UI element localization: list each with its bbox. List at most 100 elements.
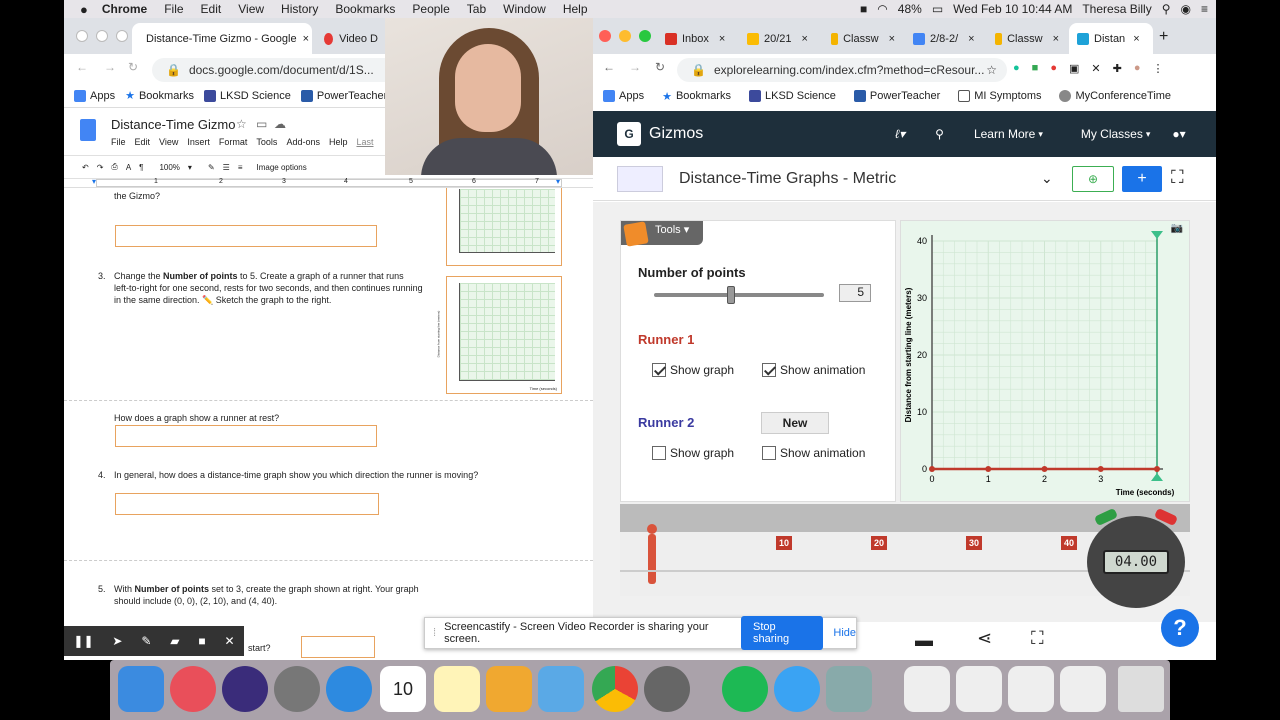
close-icon[interactable]: × (719, 33, 725, 45)
chevron-down-icon[interactable]: ⌄ (1041, 170, 1053, 187)
r2-show-animation[interactable]: Show animation (762, 446, 865, 460)
data-point[interactable] (1154, 466, 1160, 472)
num-points-input[interactable]: 5 (839, 284, 871, 302)
menu-file[interactable]: File (164, 2, 183, 16)
extension-icon[interactable]: ■ (1032, 62, 1039, 75)
keynote-icon[interactable] (538, 666, 584, 712)
data-point[interactable] (1041, 466, 1048, 472)
bookmark-apps[interactable]: Apps (74, 89, 115, 102)
new-tab-icon[interactable]: + (1159, 28, 1168, 46)
help-icon[interactable]: ? (1161, 609, 1199, 647)
bookmark-bookmarks[interactable]: ★ Bookmarks (125, 89, 194, 103)
brand-name[interactable]: Gizmos (649, 125, 703, 143)
move-folder-icon[interactable]: ▭ (256, 117, 267, 131)
nav-my-classes[interactable]: My Classes (1081, 127, 1143, 141)
doc-menu-tools[interactable]: Tools (256, 137, 277, 147)
clock[interactable]: Wed Feb 10 10:44 AM (953, 2, 1072, 16)
menu-view[interactable]: View (238, 2, 264, 16)
messages-icon[interactable] (774, 666, 820, 712)
chrome-icon[interactable] (592, 666, 638, 712)
star-icon[interactable]: ☆ (236, 117, 247, 131)
mini-graph-1[interactable] (446, 188, 562, 266)
more-icon[interactable]: ⋮ (1152, 62, 1163, 75)
close-icon[interactable]: × (1133, 33, 1139, 45)
close-icon[interactable]: × (889, 33, 895, 45)
ruler-right-marker-icon[interactable]: ▾ (556, 177, 560, 186)
line-dash-icon[interactable]: ≡ (238, 163, 243, 172)
tab-gizmo[interactable]: Distan × (1069, 23, 1153, 54)
nav-learn-more[interactable]: Learn More (974, 127, 1035, 141)
trash-icon[interactable] (1118, 666, 1164, 712)
avatar[interactable]: ● (1134, 62, 1141, 75)
undo-icon[interactable]: ↶ (82, 163, 89, 172)
window-thumbnail[interactable] (1008, 666, 1054, 712)
ruler[interactable]: ▾ 1 2 3 4 5 6 7 ▾ (64, 177, 593, 188)
line-weight-icon[interactable]: ☰ (223, 163, 230, 172)
r2-show-graph-checkbox[interactable] (652, 446, 666, 460)
doc-menu-addons[interactable]: Add-ons (286, 137, 320, 147)
bookmark-lksd-science[interactable]: LKSD Science (203, 89, 291, 102)
drag-handle-icon[interactable]: ⁞ (433, 627, 436, 639)
search-icon[interactable]: ⚲ (1162, 2, 1171, 16)
siri-icon[interactable] (222, 666, 268, 712)
reload-icon[interactable]: ↻ (128, 60, 138, 74)
answer-field-rest[interactable] (115, 425, 377, 447)
r2-show-animation-checkbox[interactable] (762, 446, 776, 460)
control-center-icon[interactable]: ≡ (1201, 2, 1208, 16)
ruler-indent-marker-icon[interactable]: ▾ (92, 177, 96, 186)
new-runner-button[interactable]: New (761, 412, 829, 434)
spotify-icon[interactable] (722, 666, 768, 712)
pointer-icon[interactable]: ➤ (112, 634, 122, 648)
record-icon[interactable]: ● (1050, 62, 1057, 75)
news-icon[interactable] (170, 666, 216, 712)
pen-icon[interactable]: ✎ (208, 163, 215, 172)
system-preferences-icon[interactable] (644, 666, 690, 712)
window-thumbnail[interactable] (956, 666, 1002, 712)
mute-icon[interactable]: ✕ (1091, 62, 1100, 75)
menu-history[interactable]: History (281, 2, 318, 16)
launchpad-icon[interactable] (274, 666, 320, 712)
answer-field[interactable] (115, 225, 377, 247)
bookmark-powerteacher[interactable]: PowerTeacher (300, 89, 387, 102)
distance-time-chart[interactable]: 0 1 2 3010203040Time (seconds)Distance from… (901, 221, 1191, 503)
doc-menu-edit[interactable]: Edit (135, 137, 151, 147)
back-icon[interactable]: ← (603, 60, 615, 74)
puzzle-icon[interactable]: ✚ (1113, 62, 1122, 75)
doc-menu-file[interactable]: File (111, 137, 126, 147)
tab-inbox[interactable]: Inbox × (657, 23, 737, 54)
menu-help[interactable]: Help (563, 2, 588, 16)
answer-field-q5[interactable] (301, 636, 375, 658)
search-icon[interactable]: ⚲ (935, 127, 944, 141)
cloud-status-icon[interactable]: ☁ (274, 117, 286, 131)
spellcheck-icon[interactable]: A (126, 163, 131, 172)
tab-docs[interactable]: 2/8-2/ × (905, 23, 985, 54)
doc-menu-format[interactable]: Format (219, 137, 248, 147)
tab-classwork-2[interactable]: Classw × (987, 23, 1067, 54)
data-point[interactable] (1097, 466, 1104, 472)
close-icon[interactable]: × (303, 33, 309, 45)
add-button[interactable]: + (1122, 166, 1162, 192)
preview-icon[interactable] (826, 666, 872, 712)
tab-distance-time-doc[interactable]: Distance-Time Gizmo - Google × (132, 23, 312, 54)
menu-chrome[interactable]: Chrome (102, 2, 147, 16)
doc-menu-view[interactable]: View (159, 137, 178, 147)
apple-icon[interactable]: ● (80, 2, 88, 17)
star-icon[interactable]: ☆ (986, 63, 997, 77)
doc-last-edit[interactable]: Last (356, 137, 373, 147)
menu-window[interactable]: Window (503, 2, 546, 16)
r1-show-animation-checkbox[interactable] (762, 363, 776, 377)
battery-percent[interactable]: 48% (898, 2, 922, 16)
notes-icon[interactable] (434, 666, 480, 712)
share-icon[interactable]: ⋖ (977, 628, 992, 649)
menu-tab[interactable]: Tab (467, 2, 486, 16)
answer-field-q4[interactable] (115, 493, 379, 515)
finder-icon[interactable] (118, 666, 164, 712)
window-controls[interactable] (599, 30, 659, 45)
image-options-button[interactable]: Image options (256, 163, 306, 172)
num-points-slider[interactable] (654, 286, 824, 304)
tab-drive[interactable]: 20/21 × (739, 23, 819, 54)
close-icon[interactable]: × (968, 33, 974, 45)
siri-icon[interactable]: ◉ (1181, 2, 1191, 16)
r2-show-graph[interactable]: Show graph (652, 446, 734, 460)
bookmark-myconferencetime[interactable]: MyConferenceTime (1059, 90, 1171, 102)
